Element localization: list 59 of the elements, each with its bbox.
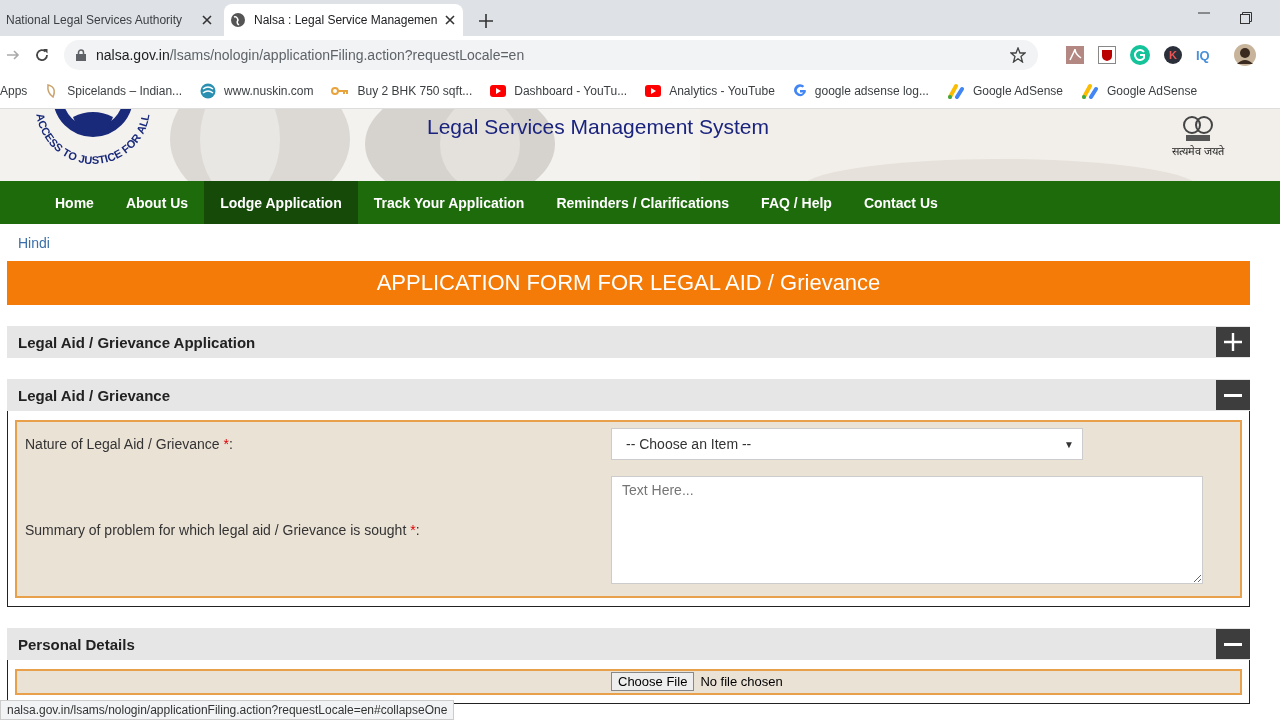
toggle-button[interactable]: [1216, 380, 1250, 410]
field-label: Nature of Legal Aid / Grievance *:: [25, 436, 234, 452]
file-status: No file chosen: [700, 674, 783, 689]
caret-icon: ▼: [1064, 438, 1074, 450]
section-header[interactable]: Legal Aid / Grievance Application: [7, 326, 1250, 358]
youtube-icon: [645, 85, 662, 97]
shield-icon[interactable]: [1098, 46, 1116, 64]
bookmark[interactable]: Google AdSense: [946, 83, 1063, 99]
close-icon[interactable]: [445, 15, 456, 25]
minus-icon: [1224, 393, 1242, 397]
nav-item[interactable]: Lodge Application: [204, 181, 358, 224]
choose-file-button[interactable]: Choose File: [611, 672, 695, 691]
avatar-icon[interactable]: [1233, 44, 1256, 66]
browser-tab[interactable]: Nalsa : Legal Service Managemen: [224, 4, 464, 36]
restore-icon[interactable]: [1240, 12, 1252, 24]
adsense-icon: [946, 83, 965, 99]
nav-item[interactable]: About Us: [109, 181, 205, 224]
bookmark[interactable]: Spicelands – Indian...: [45, 83, 183, 99]
star-icon[interactable]: [1010, 47, 1026, 63]
reload-icon[interactable]: [34, 47, 50, 63]
nav-item[interactable]: FAQ / Help: [745, 181, 848, 224]
lock-icon: [76, 49, 86, 61]
bookmark[interactable]: Google AdSense: [1081, 83, 1198, 99]
bookmark[interactable]: Analytics - YouTube: [645, 84, 775, 98]
address-bar[interactable]: nalsa.gov.in/lsams/nologin/applicationFiling.action?requestLocale=en: [64, 40, 1038, 70]
plus-icon: [1224, 333, 1242, 351]
toggle-button[interactable]: [1216, 629, 1250, 659]
bookmark[interactable]: Apps: [0, 84, 28, 98]
nav-item[interactable]: Contact Us: [847, 181, 954, 224]
status-url: nalsa.gov.in/lsams/nologin/applicationFiling.action?requestLocale=en#collapseOne: [0, 700, 455, 720]
nav-item[interactable]: Track Your Application: [357, 181, 541, 224]
minus-icon: [1224, 642, 1242, 646]
select-field[interactable]: -- Choose an Item -- ▼: [611, 428, 1083, 460]
site-title: Legal Services Management System: [426, 114, 770, 139]
globe-icon: [230, 12, 246, 28]
toggle-button[interactable]: [1216, 327, 1250, 357]
section-header[interactable]: Personal Details: [7, 628, 1250, 660]
extension-icon[interactable]: K: [1164, 46, 1182, 64]
adsense-icon: [1081, 83, 1099, 99]
key-icon: [331, 86, 350, 96]
globe-icon: [200, 83, 217, 99]
section-header[interactable]: Legal Aid / Grievance: [7, 379, 1250, 411]
youtube-icon: [490, 85, 507, 97]
bookmark[interactable]: www.nuskin.com: [200, 83, 314, 99]
text-area[interactable]: Text Here...: [611, 476, 1203, 584]
language-link[interactable]: Hindi: [18, 235, 50, 251]
close-icon[interactable]: [202, 15, 212, 25]
bookmark[interactable]: google adsense log...: [792, 84, 929, 98]
emblem-motto: सत्यमेव जयते: [1171, 144, 1225, 158]
form-title-bar: APPLICATION FORM FOR LEGAL AID / Grievance: [7, 261, 1250, 305]
browser-tab[interactable]: National Legal Services Authority: [0, 4, 220, 36]
field-label: Summary of problem for which legal aid / Grievance is sought *:: [25, 522, 421, 538]
new-tab-icon[interactable]: [479, 14, 494, 28]
google-icon: [792, 84, 807, 98]
nav-item[interactable]: Home: [39, 181, 110, 224]
nav-item[interactable]: Reminders / Clarifications: [540, 181, 746, 224]
bookmark[interactable]: Buy 2 BHK 750 sqft...: [331, 84, 473, 98]
pdf-icon[interactable]: [1066, 46, 1084, 64]
bookmark[interactable]: Dashboard - YouTu...: [490, 84, 628, 98]
